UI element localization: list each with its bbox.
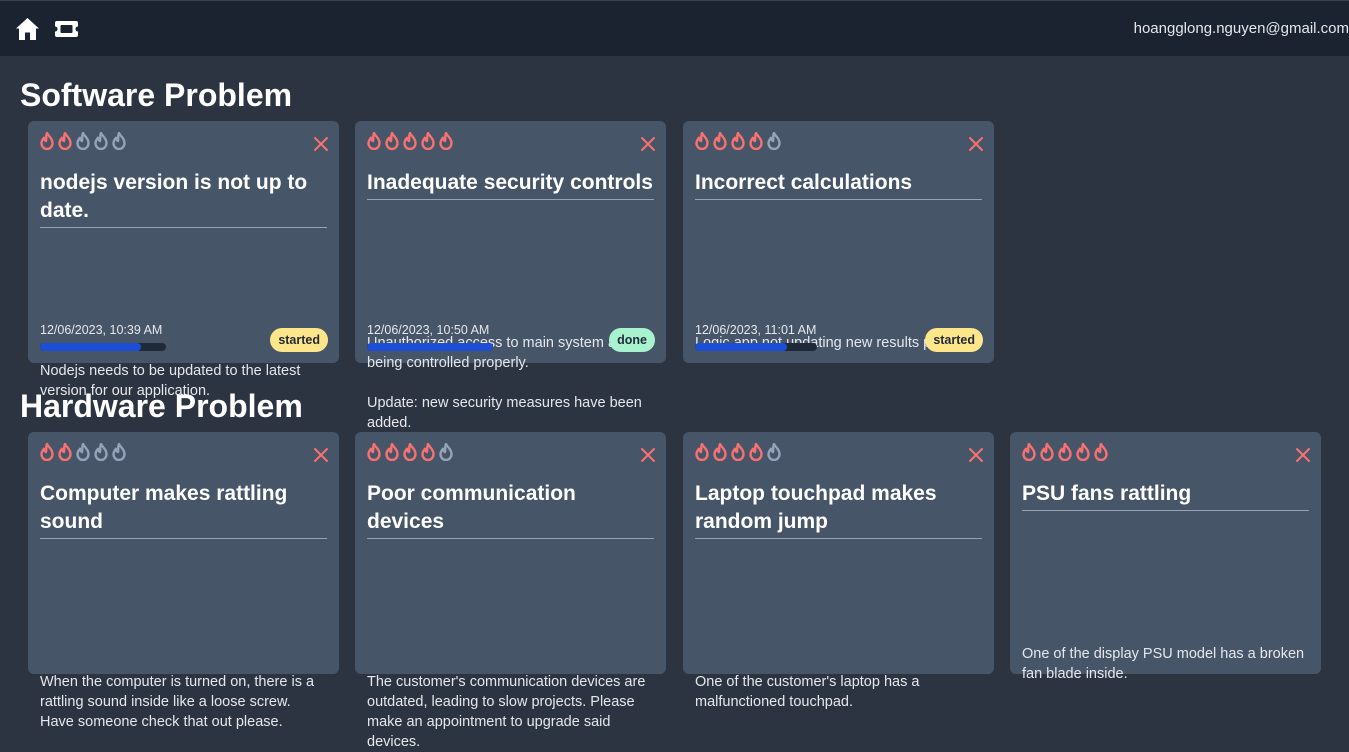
- flame-icon-active: [58, 132, 72, 150]
- flame-icon-inactive: [112, 443, 126, 461]
- ticket-date: 12/06/2023, 11:01 AM: [695, 323, 817, 337]
- ticket-title: Inadequate security controls: [367, 169, 654, 200]
- ticket-card[interactable]: Computer makes rattling sound When the co…: [28, 432, 339, 730]
- flame-icon-active: [731, 443, 745, 461]
- close-icon[interactable]: [968, 136, 984, 152]
- status-badge[interactable]: started: [925, 328, 983, 352]
- flame-icon-active: [367, 132, 381, 150]
- flame-icon-active: [1094, 443, 1108, 461]
- ticket-card[interactable]: Laptop touchpad makes random jump One of …: [683, 432, 994, 710]
- ticket-title: Laptop touchpad makes random jump: [695, 480, 982, 539]
- flame-icon-active: [695, 132, 709, 150]
- status-badge[interactable]: done: [609, 328, 655, 352]
- progress-bar-fill: [40, 343, 141, 351]
- flame-icon-inactive: [76, 132, 90, 150]
- ticket-card[interactable]: PSU fans rattling One of the display PSU …: [1010, 432, 1321, 682]
- priority-rating: [366, 132, 454, 150]
- flame-icon-active: [713, 443, 727, 461]
- section-title-software: Software Problem: [20, 77, 293, 113]
- flame-icon-active: [421, 443, 435, 461]
- close-icon[interactable]: [640, 136, 656, 152]
- top-nav-bar: hoangglong.nguyen@gmail.com: [0, 0, 1349, 56]
- flame-icon-active: [1022, 443, 1036, 461]
- flame-icon-inactive: [94, 443, 108, 461]
- progress-bar: [40, 343, 166, 351]
- ticket-title: Incorrect calculations: [695, 169, 982, 200]
- flame-icon-active: [385, 443, 399, 461]
- progress-bar: [367, 343, 493, 351]
- ticket-title: Poor communication devices: [367, 480, 654, 539]
- flame-icon-inactive: [76, 443, 90, 461]
- ticket-card[interactable]: Inadequate security controlsUnauthorized…: [355, 121, 666, 431]
- flame-icon-active: [713, 132, 727, 150]
- flame-icon-inactive: [767, 132, 781, 150]
- home-icon[interactable]: [15, 17, 40, 41]
- priority-rating: [694, 132, 782, 150]
- priority-rating: [39, 443, 127, 461]
- flame-icon-active: [1058, 443, 1072, 461]
- ticket-description: One of the customer's laptop has a malfu…: [695, 674, 920, 710]
- ticket-title: Computer makes rattling sound: [40, 480, 327, 539]
- flame-icon-active: [367, 443, 381, 461]
- section-title-hardware: Hardware Problem: [20, 388, 303, 424]
- close-icon[interactable]: [640, 447, 656, 463]
- ticket-title: nodejs version is not up to date.: [40, 169, 327, 228]
- ticket-description: One of the display PSU model has a broke…: [1022, 646, 1305, 682]
- progress-bar-fill: [695, 343, 787, 351]
- flame-icon-active: [695, 443, 709, 461]
- flame-icon-inactive: [112, 132, 126, 150]
- ticket-card[interactable]: Incorrect calculations Logic app not upda…: [683, 121, 994, 363]
- flame-icon-inactive: [94, 132, 108, 150]
- ticket-icon[interactable]: [54, 18, 79, 40]
- flame-icon-active: [403, 132, 417, 150]
- flame-icon-active: [1076, 443, 1090, 461]
- priority-rating: [366, 443, 454, 461]
- flame-icon-inactive: [439, 443, 453, 461]
- flame-icon-active: [731, 132, 745, 150]
- progress-bar-fill: [367, 343, 493, 351]
- flame-icon-active: [385, 132, 399, 150]
- ticket-description: The customer's communication devices are…: [367, 674, 646, 750]
- close-icon[interactable]: [313, 447, 329, 463]
- flame-icon-active: [403, 443, 417, 461]
- flame-icon-inactive: [767, 443, 781, 461]
- ticket-date: 12/06/2023, 10:39 AM: [40, 323, 163, 337]
- user-email[interactable]: hoangglong.nguyen@gmail.com: [1134, 20, 1349, 37]
- priority-rating: [39, 132, 127, 150]
- flame-icon-active: [40, 132, 54, 150]
- progress-bar: [695, 343, 817, 351]
- ticket-title: PSU fans rattling: [1022, 480, 1309, 511]
- flame-icon-active: [40, 443, 54, 461]
- flame-icon-active: [1040, 443, 1054, 461]
- close-icon[interactable]: [313, 136, 329, 152]
- close-icon[interactable]: [1295, 447, 1311, 463]
- close-icon[interactable]: [968, 447, 984, 463]
- ticket-card[interactable]: Poor communication devices The customer's…: [355, 432, 666, 750]
- ticket-description: When the computer is turned on, there is…: [40, 674, 315, 730]
- flame-icon-active: [749, 132, 763, 150]
- flame-icon-active: [58, 443, 72, 461]
- priority-rating: [694, 443, 782, 461]
- ticket-card[interactable]: nodejs version is not up to date. Nodejs …: [28, 121, 339, 399]
- flame-icon-active: [749, 443, 763, 461]
- status-badge[interactable]: started: [270, 328, 328, 352]
- flame-icon-active: [439, 132, 453, 150]
- ticket-date: 12/06/2023, 10:50 AM: [367, 323, 490, 337]
- flame-icon-active: [421, 132, 435, 150]
- priority-rating: [1021, 443, 1109, 461]
